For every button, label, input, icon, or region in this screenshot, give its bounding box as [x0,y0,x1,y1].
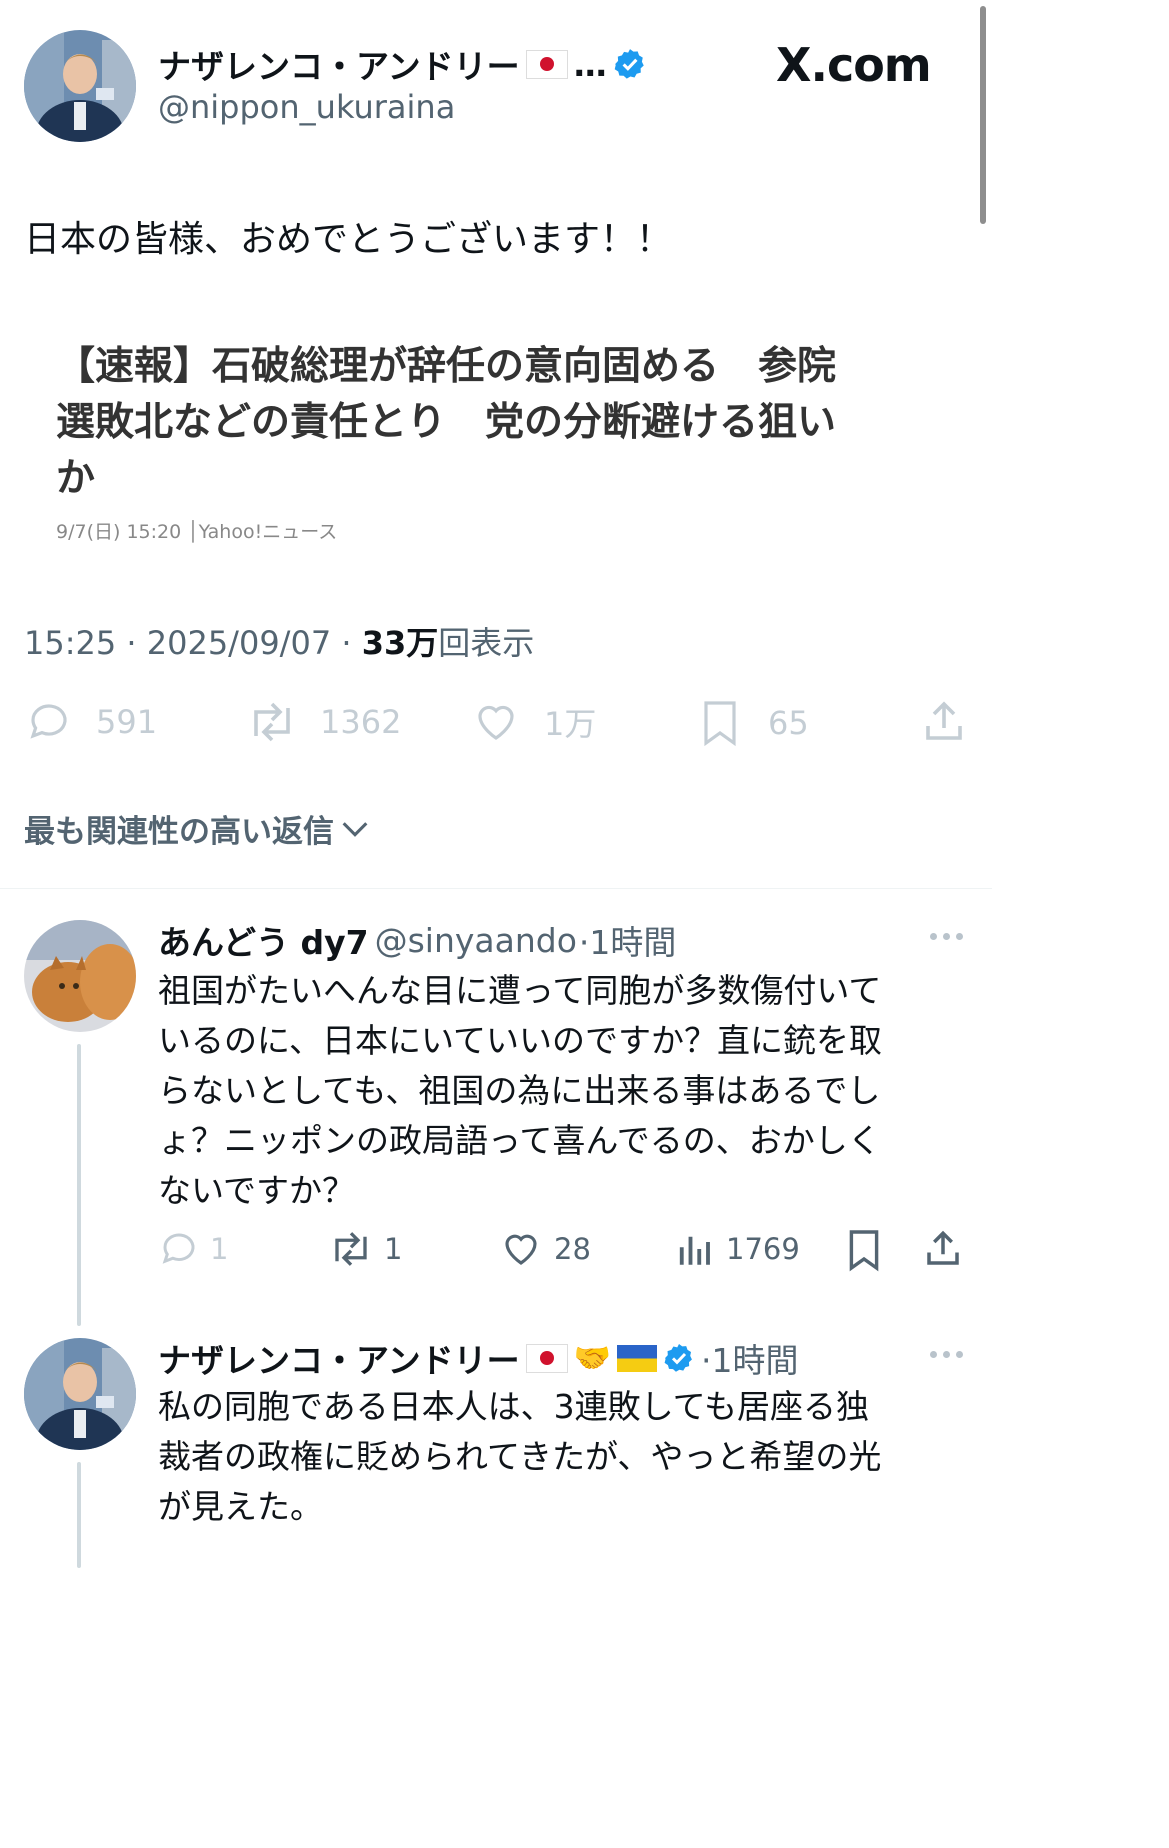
reply-1-text: 祖国がたいへんな目に遭って同胞が多数傷付いて いるのに、日本にいていいのですか？… [158,966,882,1216]
reply-text-line: が見えた。 [158,1487,323,1526]
reply-text-line: いるのに、日本にいていいのですか？直に銃を取 [158,1021,883,1060]
reply-2-avatar[interactable] [24,1338,136,1450]
reply-text-line: ないですか？ [158,1171,356,1210]
share-icon [926,701,962,740]
more-options-icon[interactable] [930,933,963,940]
reply-1-header: あんどう dy7 @sinyaando ·1時間 [158,916,676,964]
post-text: 日本の皆様、おめでとうございます！！ [24,219,673,260]
japan-flag-icon [525,49,568,79]
replies-sort-label: 最も関連性の高い返信 [24,814,334,850]
reply-icon [30,704,67,739]
bookmark-icon [849,1230,879,1272]
author-name-ellipsis: … [573,44,607,84]
news-meta: 9/7(日) 15:20 │Yahoo!ニュース [56,521,338,543]
author-name[interactable]: ナザレンコ・アンドリー [158,40,520,88]
chevron-down-icon [342,821,368,837]
reply-text-line: ょ？ニッポンの政局語って喜んでるの、おかしく [158,1121,881,1160]
handshake-icon: 🤝 [573,1340,612,1376]
reply-author-name[interactable]: ナザレンコ・アンドリー [158,1334,520,1382]
share-icon [927,1230,959,1265]
news-headline-line-1: 【速報】石破総理が辞任の意向固める 参院 [56,344,837,389]
repost-icon [254,702,290,742]
author-name-line: ナザレンコ・アンドリー … [158,40,647,88]
ukraine-flag-icon [617,1344,658,1372]
reply-avatar-cat[interactable] [24,920,136,1032]
section-divider [0,888,992,889]
reply-count: 591 [96,703,158,741]
replies-sort-dropdown[interactable]: 最も関連性の高い返信 [24,806,372,851]
view-count: 33万 [361,624,439,662]
heart-icon [505,1234,537,1265]
news-headline-line-3: か [56,456,96,501]
post-meta-line: 15:25 · 2025/09/07 · 33万回表示 [24,618,534,664]
post-timestamp[interactable]: 15:25 · 2025/09/07 · [24,624,362,662]
like-count: 1万 [544,705,597,743]
author-avatar[interactable] [24,30,136,142]
reply-author-name[interactable]: あんどう dy7 [158,916,369,964]
bookmark-button[interactable] [846,1228,882,1272]
views-button[interactable]: 1769 [674,1228,800,1270]
heart-icon [478,705,514,740]
reply-2-text: 私の同胞である日本人は、3連敗しても居座る独 裁者の政権に貶められてきたが、やっ… [158,1382,881,1532]
bookmark-icon [704,701,736,747]
reply-button[interactable]: 1 [158,1228,228,1270]
view-count: 1769 [726,1232,800,1266]
reply-timestamp[interactable]: ·1時間 [701,1334,799,1382]
like-button[interactable]: 28 [500,1228,591,1270]
verified-badge-icon [664,1344,692,1372]
post-action-bar: 591 1362 1万 65 [0,698,992,750]
repost-button[interactable]: 1362 [244,698,401,746]
like-count: 28 [554,1232,591,1266]
author-handle[interactable]: @nippon_ukuraina [158,88,455,126]
japan-flag-icon [525,1343,568,1373]
bookmark-count: 65 [768,704,809,742]
bookmark-button[interactable]: 65 [700,698,809,748]
share-button[interactable] [922,1228,964,1270]
like-button[interactable]: 1万 [472,698,596,746]
repost-count: 1362 [320,703,402,741]
reply-icon [162,1233,195,1264]
reply-author-handle[interactable]: @sinyaando [375,921,577,960]
reply-text-line: 祖国がたいへんな目に遭って同胞が多数傷付いて [158,971,882,1010]
share-button[interactable] [920,698,968,746]
bar-chart-icon [679,1236,710,1265]
reply-count: 1 [210,1232,229,1266]
reply-text-line: 裁者の政権に貶められてきたが、やっと希望の光 [158,1437,882,1476]
repost-button[interactable]: 1 [326,1228,402,1270]
page-scrollbar[interactable] [980,6,986,224]
view-count-label: 回表示 [438,624,535,662]
reply-button[interactable]: 591 [24,698,157,746]
repost-icon [335,1232,367,1266]
x-logo: X.com [776,38,932,92]
thread-connector-line [77,1462,81,1568]
quoted-news-card[interactable]: 【速報】石破総理が辞任の意向固める 参院 選敗北などの責任とり 党の分断避ける狙… [56,335,936,544]
reply-text-line: 私の同胞である日本人は、3連敗しても居座る独 [158,1387,870,1426]
more-options-icon[interactable] [930,1351,963,1358]
reply-2-header: ナザレンコ・アンドリー 🤝 ·1時間 [158,1334,799,1382]
repost-count: 1 [384,1232,403,1266]
verified-badge-icon [614,49,644,79]
reply-1-action-bar: 1 1 28 1769 [0,1228,992,1274]
news-headline-line-2: 選敗北などの責任とり 党の分断避ける狙い [56,400,837,445]
reply-text-line: らないとしても、祖国の為に出来る事はあるでし [158,1071,881,1110]
reply-timestamp[interactable]: ·1時間 [579,916,677,964]
thread-connector-line [77,1044,81,1326]
